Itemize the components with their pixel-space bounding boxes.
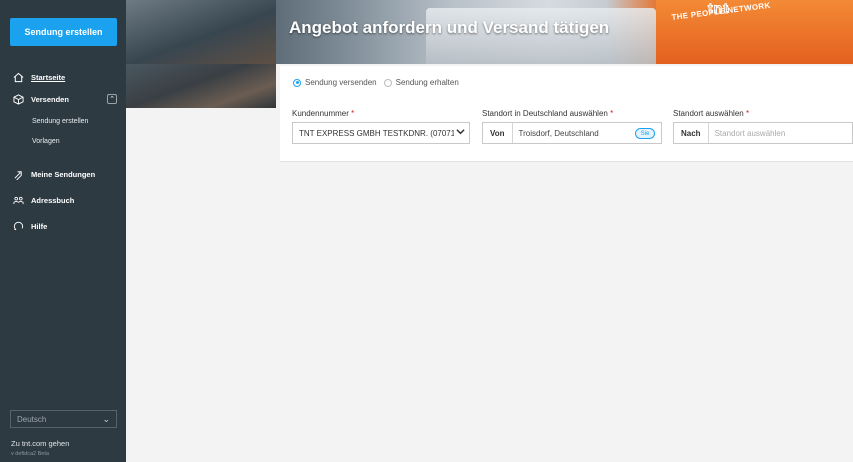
customer-number-select[interactable]: TNT EXPRESS GMBH TESTKDNR. (0707134 — [292, 122, 470, 144]
hero-photo — [126, 0, 276, 64]
tnt-com-link[interactable]: Zu tnt.com gehen — [11, 439, 69, 448]
page-title: Angebot anfordern und Versand tätigen — [289, 18, 610, 37]
origin-field[interactable]: Von Troisdorf, Deutschland Sie — [482, 122, 662, 144]
chevron-down-icon: ⌄ — [102, 414, 110, 424]
sidebar-item-home[interactable]: Startseite — [0, 68, 126, 86]
sidebar-item-address-book[interactable]: Adressbuch — [0, 191, 126, 209]
help-icon — [12, 220, 24, 232]
sidebar-item-label: Versenden — [31, 94, 69, 104]
sidebar-subitem-create-shipment[interactable]: Sendung erstellen — [0, 111, 126, 131]
destination-label: Standort auswählen * — [673, 109, 750, 118]
customer-number-value: TNT EXPRESS GMBH TESTKDNR. (0707134 — [299, 128, 465, 138]
radio-receive[interactable] — [383, 78, 392, 87]
origin-value: Troisdorf, Deutschland — [518, 128, 599, 138]
sidebar-item-help[interactable]: Hilfe — [0, 217, 126, 235]
origin-you-badge: Sie — [635, 128, 655, 139]
sidebar-subitem-templates[interactable]: Vorlagen — [0, 131, 126, 151]
sidebar: Sendung erstellen Startseite Versenden ⌃… — [0, 0, 126, 462]
destination-input[interactable]: Standort auswählen — [709, 129, 786, 138]
sidebar-item-label: Startseite — [31, 72, 66, 82]
radio-receive-label[interactable]: Sendung erhalten — [396, 78, 459, 87]
required-mark: * — [351, 109, 355, 118]
required-mark: * — [610, 109, 614, 118]
create-shipment-button[interactable]: Sendung erstellen — [10, 18, 117, 46]
sidebar-item-send[interactable]: Versenden ⌃ — [0, 90, 126, 108]
sidebar-nav: Startseite Versenden ⌃ Sendung erstellen… — [0, 68, 126, 235]
origin-prefix: Von — [483, 123, 513, 143]
customer-number-label: Kundennummer * — [292, 109, 355, 118]
sidebar-item-my-shipments[interactable]: Meine Sendungen — [0, 165, 126, 183]
radio-send-label[interactable]: Sendung versenden — [305, 78, 377, 87]
sidebar-item-label: Adressbuch — [31, 195, 75, 205]
sidebar-item-label: Hilfe — [31, 221, 48, 231]
origin-label: Standort in Deutschland auswählen * — [482, 109, 614, 118]
hero-banner: tnt THE PEOPLE NETWORK Angebot anfordern… — [126, 0, 853, 64]
version-label: v defidca2 Beta — [11, 451, 49, 457]
language-value: Deutsch — [17, 414, 47, 424]
chevron-down-icon — [454, 127, 465, 139]
package-icon — [12, 93, 24, 105]
tag-icon — [12, 168, 24, 180]
contacts-icon — [12, 194, 24, 206]
radio-send[interactable] — [293, 78, 301, 87]
hero-photo-extension — [126, 64, 276, 108]
required-mark: * — [745, 109, 750, 118]
shipment-form-card: Sendung versenden Sendung erhalten Kunde… — [280, 66, 853, 162]
collapse-icon[interactable]: ⌃ — [107, 94, 117, 104]
home-icon — [12, 71, 24, 83]
destination-prefix: Nach — [674, 123, 709, 143]
sidebar-item-label: Meine Sendungen — [31, 169, 96, 179]
language-select[interactable]: Deutsch ⌄ — [10, 410, 117, 428]
shipment-direction-radio-group: Sendung versenden Sendung erhalten — [293, 78, 466, 87]
destination-field[interactable]: Nach Standort auswählen — [673, 122, 853, 144]
